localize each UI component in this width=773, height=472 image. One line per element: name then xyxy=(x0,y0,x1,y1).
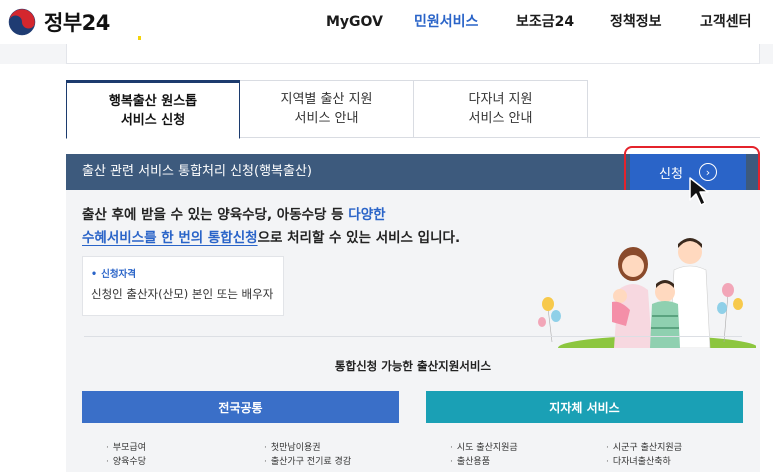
tab-label-line1: 다자녀 지원 xyxy=(468,92,533,107)
desc-text: 으로 처리할 수 있는 서비스 입니다. xyxy=(257,230,461,246)
qualification-value: 신청인 출산자(산모) 본인 또는 배우자 xyxy=(91,287,274,301)
section-divider xyxy=(84,336,742,337)
taegeuk-logo-icon xyxy=(8,8,36,36)
tab-onestop-apply[interactable]: 행복출산 원스톱 서비스 신청 xyxy=(66,80,240,139)
page: 정부24 MyGOV 민원서비스 보조금24 정책정보 고객센터 행복출산 원스… xyxy=(0,0,773,472)
support-list-title: 통합신청 가능한 출산지원서비스 xyxy=(334,359,492,373)
decorative-dot xyxy=(138,36,141,40)
service-description: 출산 후에 받을 수 있는 양육수당, 아동수당 등 다양한 수혜서비스를 한 … xyxy=(82,204,460,250)
list-item: 출산용품 xyxy=(450,454,490,467)
desc-highlight: 다양한 xyxy=(348,207,386,223)
desc-text: 출산 후에 받을 수 있는 양육수당, 아동수당 등 xyxy=(82,207,349,223)
desc-highlight: 수혜서비스를 한 번의 통합신청 xyxy=(82,230,258,246)
strip-box xyxy=(66,44,760,64)
list-item: 출산가구 전기료 경감 xyxy=(264,454,351,467)
service-tabs: 행복출산 원스톱 서비스 신청 지역별 출산 지원 서비스 안내 다자녀 지원 … xyxy=(66,80,760,139)
qualification-label: 신청자격 xyxy=(91,266,283,280)
service-content: 출산 후에 받을 수 있는 양육수당, 아동수당 등 다양한 수혜서비스를 한 … xyxy=(66,190,760,472)
list-item: 양육수당 xyxy=(106,454,146,467)
family-illustration-icon xyxy=(538,238,756,348)
nav-mygov[interactable]: MyGOV xyxy=(326,0,383,44)
logo[interactable]: 정부24 xyxy=(8,7,110,37)
header: 정부24 MyGOV 민원서비스 보조금24 정책정보 고객센터 xyxy=(0,0,773,44)
tab-label-line1: 지역별 출산 지원 xyxy=(280,92,373,107)
category-national: 전국공통 xyxy=(82,391,399,423)
list-item: 시군구 출산지원금 xyxy=(606,440,682,453)
service-title: 출산 관련 서비스 통합처리 신청(행복출산) xyxy=(82,164,312,179)
nav-civil-service[interactable]: 민원서비스 xyxy=(414,0,478,44)
list-item: 다자녀출산축하 xyxy=(606,454,671,467)
list-item: 시도 출산지원금 xyxy=(450,440,518,453)
tab-label-line2: 서비스 안내 xyxy=(468,111,533,126)
nav-customer-center[interactable]: 고객센터 xyxy=(700,0,752,44)
list-item: 부모급여 xyxy=(106,440,146,453)
tab-regional-support[interactable]: 지역별 출산 지원 서비스 안내 xyxy=(240,80,414,138)
nav-subsidy24[interactable]: 보조금24 xyxy=(516,0,574,44)
nav-policy-info[interactable]: 정책정보 xyxy=(610,0,662,44)
tab-label-line2: 서비스 신청 xyxy=(120,112,186,128)
category-local: 지자체 서비스 xyxy=(426,391,743,423)
qualification-box: 신청자격 신청인 출산자(산모) 본인 또는 배우자 xyxy=(82,256,284,316)
tab-multichild-support[interactable]: 다자녀 지원 서비스 안내 xyxy=(414,80,588,138)
logo-text: 정부24 xyxy=(44,11,110,35)
tab-label-line2: 서비스 안내 xyxy=(294,111,359,126)
tab-label-line1: 행복출산 원스톱 xyxy=(108,93,198,109)
mouse-cursor-icon xyxy=(689,177,709,206)
list-item: 첫만남이용권 xyxy=(264,440,321,453)
